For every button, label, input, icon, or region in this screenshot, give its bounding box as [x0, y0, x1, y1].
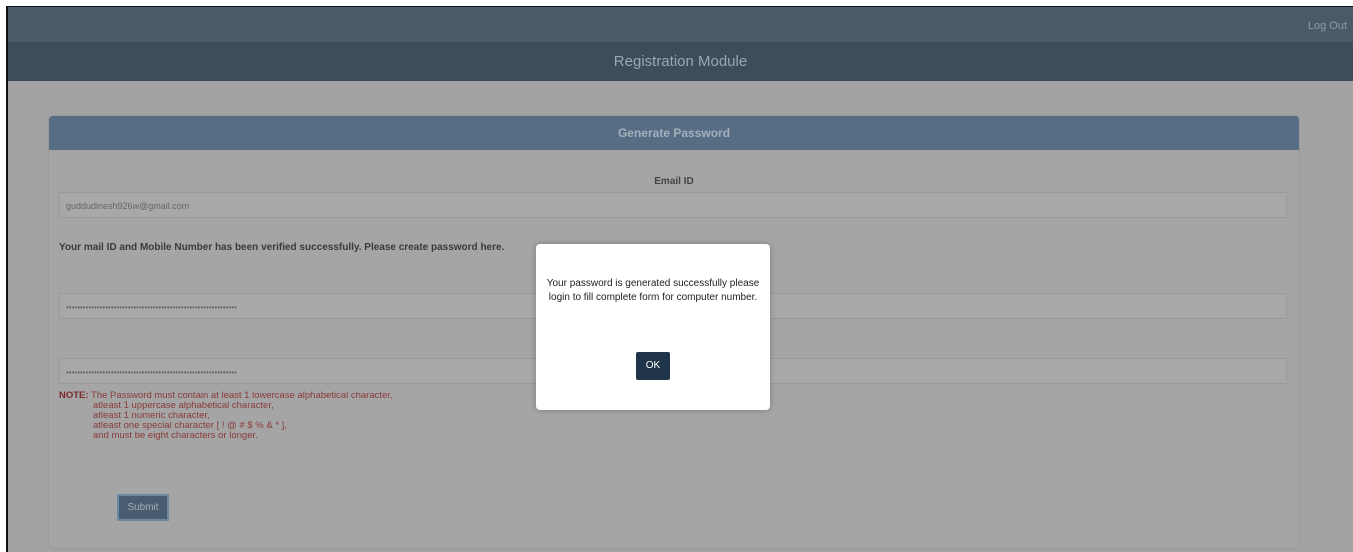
card-title: Generate Password	[49, 116, 1299, 150]
verified-message: Your mail ID and Mobile Number has been …	[59, 242, 505, 253]
submit-button[interactable]: Submit	[117, 494, 169, 521]
note-line: and must be eight characters or longer.	[93, 430, 258, 441]
ok-button[interactable]: OK	[636, 352, 670, 380]
module-title: Registration Module	[8, 42, 1353, 81]
confirm-password-mask: ••••••••••••••••••••••••••••••••••••••••…	[66, 368, 237, 377]
email-input[interactable]: guddudinesh926w@gmail.com	[59, 192, 1287, 218]
logout-link[interactable]: Log Out	[1308, 20, 1347, 32]
dialog-message: Your password is generated successfully …	[546, 278, 760, 303]
note-label: NOTE:	[59, 390, 89, 401]
email-label: Email ID	[654, 176, 694, 187]
success-dialog: Your password is generated successfully …	[536, 244, 770, 410]
password-note: NOTE: The Password must contain at least…	[59, 391, 393, 441]
password-mask: ••••••••••••••••••••••••••••••••••••••••…	[66, 303, 237, 312]
top-bar: Log Out	[8, 7, 1353, 42]
